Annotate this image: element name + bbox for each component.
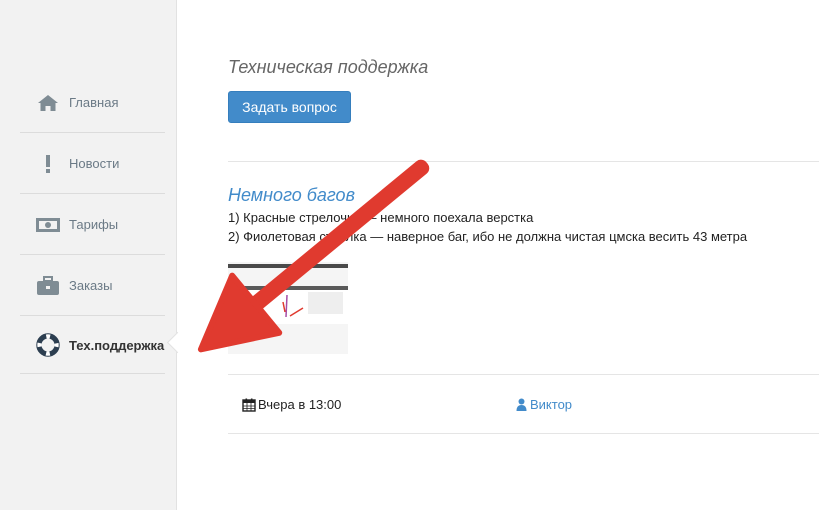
ticket-text-line: 2) Фиолетовая стрелка — наверное баг, иб… [228,229,748,244]
sidebar-item-orders[interactable]: Заказы [20,256,165,316]
lifebuoy-icon [35,333,61,357]
main-content: Техническая поддержка Задать вопрос Немн… [228,0,819,510]
ask-question-button[interactable]: Задать вопрос [228,91,351,123]
divider [228,433,819,434]
ticket-date: Вчера в 13:00 [242,397,341,412]
sidebar-item-label: Новости [69,156,120,171]
ticket-date-text: Вчера в 13:00 [258,397,342,412]
sidebar-item-label: Тех.поддержка [69,337,165,353]
sidebar-item-news[interactable]: Новости [20,134,165,194]
sidebar-item-tariffs[interactable]: Тарифы [20,195,165,255]
sidebar-item-label: Главная [69,95,119,110]
money-icon [35,214,61,236]
sidebar-item-label: Тарифы [69,217,119,232]
sidebar-item-label: Заказы [69,278,113,293]
ticket-meta: Вчера в 13:00 Виктор [228,397,819,413]
briefcase-icon [35,275,61,297]
calendar-icon [242,398,256,412]
page-title: Техническая поддержка [228,57,429,77]
sidebar: Главная Новости Тарифы Заказы Тех.поддер… [0,0,177,510]
ticket-text-line: 1) Красные стрелочки — немного поехала в… [228,210,534,225]
home-icon [35,92,61,114]
attachment-thumbnail[interactable] [228,262,348,354]
divider [228,161,819,162]
sidebar-item-support[interactable]: Тех.поддержка [20,317,165,374]
exclamation-icon [35,153,61,175]
divider [228,374,819,375]
sidebar-item-home[interactable]: Главная [20,73,165,133]
ticket-author[interactable]: Виктор [516,397,572,412]
user-icon [516,398,527,411]
ticket-author-name: Виктор [530,397,573,412]
ticket-title[interactable]: Немного багов [228,185,355,206]
